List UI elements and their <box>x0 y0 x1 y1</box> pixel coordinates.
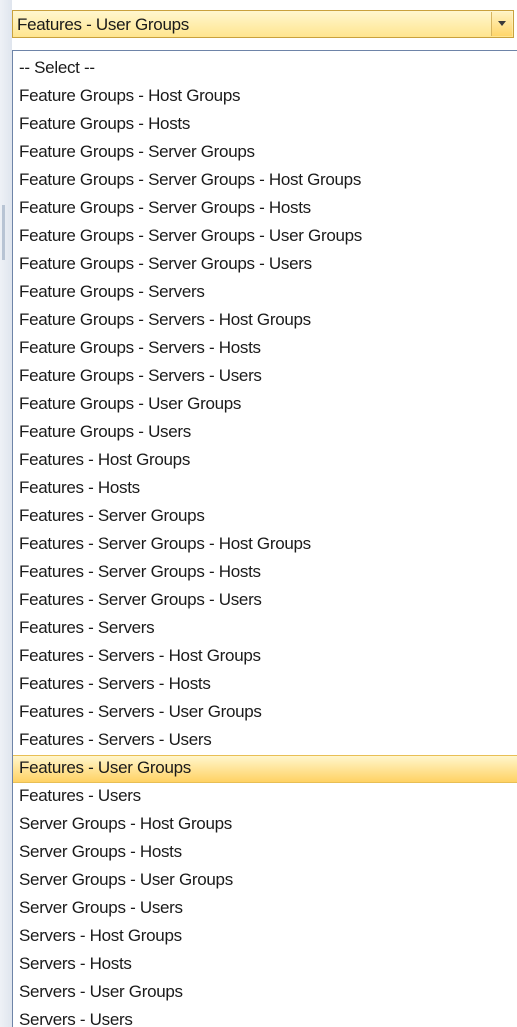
list-item[interactable]: Features - Servers - User Groups <box>13 699 517 727</box>
dropdown-options-list[interactable]: -- Select -- Feature Groups - Host Groups… <box>12 50 517 1027</box>
list-item[interactable]: Servers - User Groups <box>13 979 517 1007</box>
chevron-down-icon <box>498 21 506 26</box>
list-item[interactable]: Feature Groups - Host Groups <box>13 83 517 111</box>
list-item[interactable]: Features - Users <box>13 783 517 811</box>
list-item[interactable]: Servers - Users <box>13 1007 517 1027</box>
list-item[interactable]: Feature Groups - Hosts <box>13 111 517 139</box>
list-item[interactable]: Feature Groups - Server Groups - Hosts <box>13 195 517 223</box>
list-item[interactable]: Features - Server Groups <box>13 503 517 531</box>
list-item[interactable]: Features - Servers - Users <box>13 727 517 755</box>
list-item[interactable]: Feature Groups - User Groups <box>13 391 517 419</box>
list-item[interactable]: Feature Groups - Server Groups - Users <box>13 251 517 279</box>
list-item[interactable]: Features - Server Groups - Hosts <box>13 559 517 587</box>
list-item[interactable]: Features - Servers - Hosts <box>13 671 517 699</box>
list-item[interactable]: Servers - Host Groups <box>13 923 517 951</box>
list-item[interactable]: Features - Server Groups - Host Groups <box>13 531 517 559</box>
list-item[interactable]: Features - Host Groups <box>13 447 517 475</box>
selected-value: Features - User Groups <box>17 15 189 34</box>
list-item[interactable]: Feature Groups - Servers <box>13 279 517 307</box>
list-item[interactable]: Feature Groups - Servers - Users <box>13 363 517 391</box>
list-item[interactable]: Feature Groups - Server Groups <box>13 139 517 167</box>
list-item[interactable]: Feature Groups - Users <box>13 419 517 447</box>
dropdown-button[interactable] <box>491 12 512 36</box>
list-item[interactable]: Features - Servers - Host Groups <box>13 643 517 671</box>
list-item[interactable]: Feature Groups - Server Groups - Host Gr… <box>13 167 517 195</box>
list-item[interactable]: Feature Groups - Server Groups - User Gr… <box>13 223 517 251</box>
list-item[interactable]: Server Groups - Hosts <box>13 839 517 867</box>
list-item[interactable]: Features - Servers <box>13 615 517 643</box>
list-item[interactable]: Features - Server Groups - Users <box>13 587 517 615</box>
report-type-select[interactable]: Features - User Groups <box>12 10 514 38</box>
list-item[interactable]: Feature Groups - Servers - Host Groups <box>13 307 517 335</box>
list-item[interactable]: Server Groups - User Groups <box>13 867 517 895</box>
list-item[interactable]: Server Groups - Users <box>13 895 517 923</box>
list-item[interactable]: Features - Hosts <box>13 475 517 503</box>
list-item-selected[interactable]: Features - User Groups <box>13 755 517 783</box>
list-item[interactable]: Servers - Hosts <box>13 951 517 979</box>
list-item[interactable]: Server Groups - Host Groups <box>13 811 517 839</box>
background-window-edge <box>0 0 12 1027</box>
list-item[interactable]: -- Select -- <box>13 55 517 83</box>
list-item[interactable]: Feature Groups - Servers - Hosts <box>13 335 517 363</box>
